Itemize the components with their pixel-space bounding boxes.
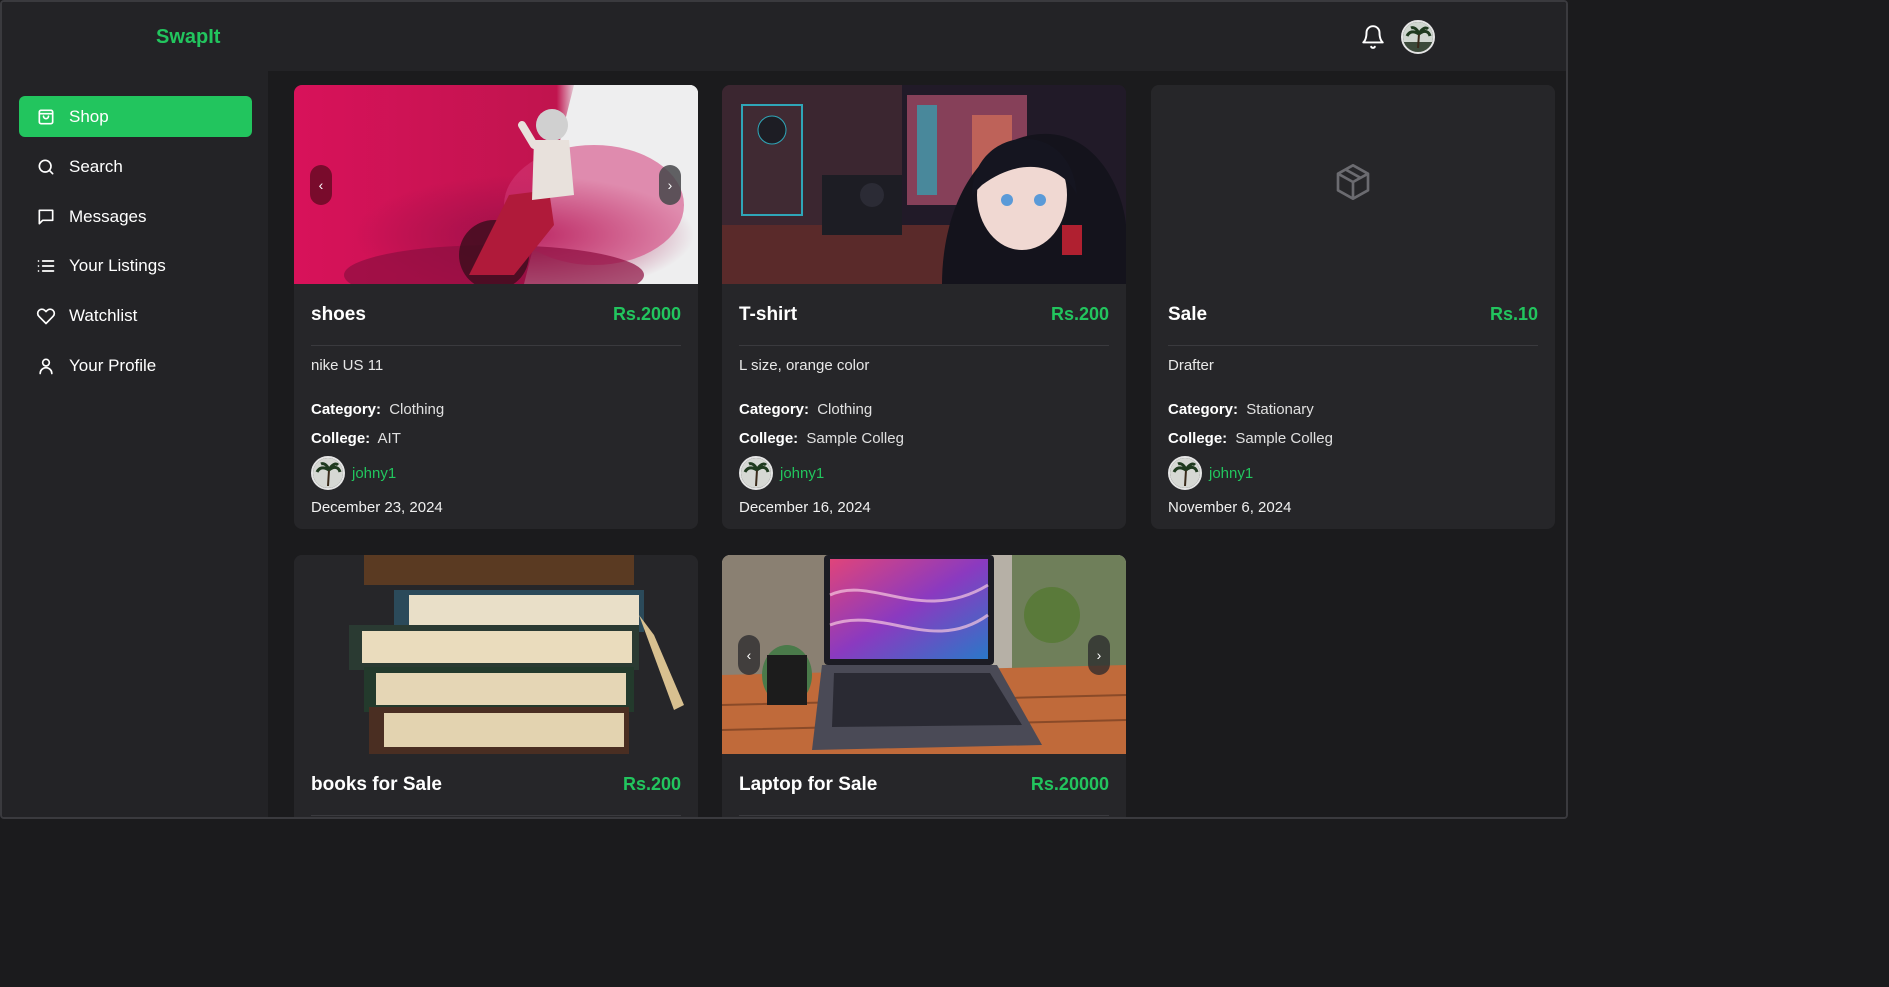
user-icon [36,356,56,376]
college-row: College: Sample Colleg [739,424,1109,453]
listing-title-row: Laptop for Sale Rs.20000 [739,754,1109,816]
seller-name[interactable]: johny1 [352,465,396,482]
listing-image: ‹ › [722,555,1126,754]
listing-price: Rs.200 [1050,304,1109,324]
message-icon [36,207,56,227]
sidebar-item-messages[interactable]: Messages [19,196,252,237]
listing-card[interactable]: T-shirt Rs.200 L size, orange color Cate… [722,85,1126,529]
college-value: Sample Colleg [806,430,904,447]
sidebar-item-label: Shop [69,106,109,126]
college-label: College: [311,430,371,447]
listing-description: L size, orange color [739,357,870,374]
app-window: SwapIt Shop Search Messages Your Listing… [0,0,1568,819]
listing-title[interactable]: Sale [1168,304,1207,326]
sidebar-item-label: Search [69,156,123,176]
college-row: College: Sample Colleg [1168,424,1538,453]
college-row: College: AIT [311,424,681,453]
listing-card[interactable]: books for Sale Rs.200 [294,555,698,817]
listing-title[interactable]: Laptop for Sale [739,774,877,796]
category-label: Category: [311,401,382,418]
user-avatar[interactable] [1401,20,1435,54]
listing-description: nike US 11 [311,357,384,374]
college-value: AIT [377,430,401,447]
carousel-next-button[interactable]: › [659,165,681,205]
seller-avatar [739,456,773,490]
category-value: Clothing [817,401,873,418]
sidebar-item-label: Messages [69,206,147,226]
listings-grid: ‹ › shoes Rs.2000 nike US 11 Category: C… [268,71,1566,817]
listing-price: Rs.2000 [612,304,681,324]
college-label: College: [739,430,799,447]
listing-date: December 23, 2024 [311,499,443,516]
shopping-bag-icon [36,107,56,127]
seller-avatar [1168,456,1202,490]
bell-icon[interactable] [1360,24,1386,50]
seller-link[interactable]: johny1 [739,455,1109,491]
listing-title-row: shoes Rs.2000 [311,284,681,346]
sidebar-item-label: Watchlist [69,305,138,325]
sidebar-item-watchlist[interactable]: Watchlist [19,295,252,336]
carousel-prev-button[interactable]: ‹ [310,165,332,205]
listing-card[interactable]: ‹ › shoes Rs.2000 nike US 11 Category: C… [294,85,698,529]
college-value: Sample Colleg [1235,430,1333,447]
heart-icon [36,306,56,326]
listing-price: Rs.20000 [1030,774,1109,794]
sidebar-item-search[interactable]: Search [19,146,252,187]
seller-avatar [311,456,345,490]
seller-name[interactable]: johny1 [1209,465,1253,482]
category-value: Stationary [1246,401,1314,418]
college-label: College: [1168,430,1228,447]
listing-card[interactable]: ‹ › Laptop for Sale Rs.20000 [722,555,1126,817]
category-row: Category: Stationary [1168,395,1538,424]
category-row: Category: Clothing [311,395,681,424]
listing-title[interactable]: T-shirt [739,304,797,326]
sidebar-item-your-listings[interactable]: Your Listings [19,245,252,286]
listing-title-row: books for Sale Rs.200 [311,754,681,816]
app-logo[interactable]: SwapIt [156,26,220,49]
listing-image: ‹ › [294,85,698,284]
listing-card[interactable]: Sale Rs.10 Drafter Category: Stationary … [1151,85,1555,529]
carousel-next-button[interactable]: › [1088,635,1110,675]
sidebar-item-your-profile[interactable]: Your Profile [19,345,252,386]
top-bar: SwapIt [2,2,1566,71]
listing-meta: Category: Clothing College: Sample Colle… [739,395,1109,453]
listing-date: November 6, 2024 [1168,499,1292,516]
listing-description: Drafter [1168,357,1214,374]
carousel-prev-button[interactable]: ‹ [738,635,760,675]
listing-title-row: Sale Rs.10 [1168,284,1538,346]
list-icon [36,256,56,276]
listing-image-placeholder [1151,85,1555,284]
listing-image [722,85,1126,284]
listing-image [294,555,698,754]
listing-date: December 16, 2024 [739,499,871,516]
category-value: Clothing [389,401,445,418]
listing-title[interactable]: shoes [311,304,366,326]
seller-link[interactable]: johny1 [1168,455,1538,491]
package-icon [1333,162,1373,207]
sidebar-item-shop[interactable]: Shop [19,96,252,137]
category-label: Category: [1168,401,1239,418]
listing-title[interactable]: books for Sale [311,774,442,796]
sidebar: Shop Search Messages Your Listings Watch… [2,71,268,817]
seller-link[interactable]: johny1 [311,455,681,491]
listing-meta: Category: Stationary College: Sample Col… [1168,395,1538,453]
listing-meta: Category: Clothing College: AIT [311,395,681,453]
seller-name[interactable]: johny1 [780,465,824,482]
category-row: Category: Clothing [739,395,1109,424]
sidebar-item-label: Your Profile [69,355,157,375]
listing-title-row: T-shirt Rs.200 [739,284,1109,346]
listing-price: Rs.10 [1489,304,1538,324]
listing-price: Rs.200 [622,774,681,794]
sidebar-item-label: Your Listings [69,255,166,275]
category-label: Category: [739,401,810,418]
search-icon [36,157,56,177]
